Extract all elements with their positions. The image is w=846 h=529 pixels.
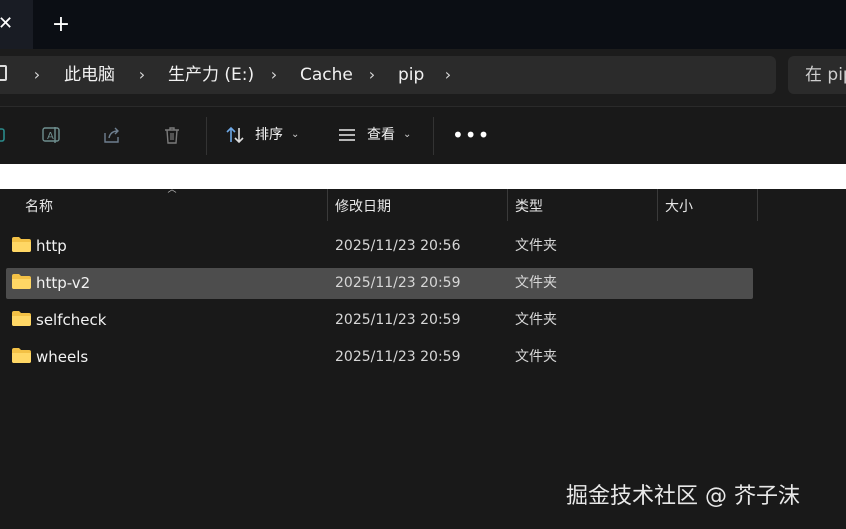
column-header-size[interactable]: 大小 bbox=[665, 197, 693, 217]
folder-icon bbox=[12, 311, 31, 326]
share-icon[interactable] bbox=[99, 122, 125, 148]
file-row-selected[interactable]: http-v2 2025/11/23 20:59 文件夹 bbox=[6, 268, 753, 299]
new-item-icon[interactable] bbox=[0, 122, 12, 148]
folder-icon bbox=[12, 348, 31, 363]
chevron-right-icon[interactable]: › bbox=[366, 64, 378, 86]
file-modified: 2025/11/23 20:59 bbox=[335, 349, 461, 365]
file-row[interactable]: selfcheck 2025/11/23 20:59 文件夹 bbox=[6, 305, 753, 336]
column-resize-handle[interactable] bbox=[757, 189, 758, 221]
column-resize-handle[interactable] bbox=[327, 189, 328, 221]
column-header-modified[interactable]: 修改日期 bbox=[335, 197, 391, 217]
file-name: http-v2 bbox=[36, 274, 91, 292]
command-bar bbox=[0, 106, 846, 165]
tab-strip bbox=[0, 0, 846, 49]
breadcrumb-item-pip[interactable]: pip bbox=[398, 64, 424, 86]
file-type: 文件夹 bbox=[515, 312, 557, 328]
rename-icon[interactable]: A bbox=[39, 122, 65, 148]
computer-icon[interactable] bbox=[0, 65, 7, 81]
column-resize-handle[interactable] bbox=[507, 189, 508, 221]
delete-icon[interactable] bbox=[159, 122, 185, 148]
chevron-right-icon[interactable]: › bbox=[31, 64, 43, 86]
breadcrumb-item-cache[interactable]: Cache bbox=[300, 64, 353, 86]
file-row[interactable]: wheels 2025/11/23 20:59 文件夹 bbox=[6, 342, 753, 373]
toolbar-divider bbox=[206, 117, 207, 155]
file-name: wheels bbox=[36, 348, 89, 366]
file-row[interactable]: http 2025/11/23 20:56 文件夹 bbox=[6, 231, 753, 262]
sort-ascending-icon: ︿ bbox=[167, 185, 177, 195]
sort-button[interactable]: 排序 bbox=[255, 124, 283, 146]
file-modified: 2025/11/23 20:59 bbox=[335, 312, 461, 328]
address-bar[interactable] bbox=[0, 56, 776, 94]
chevron-right-icon[interactable]: › bbox=[136, 64, 148, 86]
close-tab-icon[interactable]: ✕ bbox=[0, 13, 18, 35]
column-header-type[interactable]: 类型 bbox=[515, 197, 543, 217]
view-button[interactable]: 查看 bbox=[367, 124, 395, 146]
file-modified: 2025/11/23 20:59 bbox=[335, 275, 461, 291]
view-icon[interactable] bbox=[334, 122, 360, 148]
column-header-name[interactable]: 名称 bbox=[25, 197, 53, 217]
chevron-right-icon[interactable]: › bbox=[268, 64, 280, 86]
search-input[interactable]: 在 pip bbox=[805, 64, 846, 86]
toolbar-divider bbox=[433, 117, 434, 155]
folder-icon bbox=[12, 237, 31, 252]
sort-icon[interactable] bbox=[222, 122, 248, 148]
chevron-right-icon[interactable]: › bbox=[442, 64, 454, 86]
file-type: 文件夹 bbox=[515, 349, 557, 365]
breadcrumb-item-this-pc[interactable]: 此电脑 bbox=[64, 64, 115, 86]
watermark: 掘金技术社区 @ 芥子沫 bbox=[566, 484, 800, 509]
file-type: 文件夹 bbox=[515, 275, 557, 291]
file-modified: 2025/11/23 20:56 bbox=[335, 238, 461, 254]
new-tab-button[interactable]: + bbox=[50, 14, 72, 36]
file-name: http bbox=[36, 237, 67, 255]
details-strip bbox=[0, 164, 846, 189]
file-type: 文件夹 bbox=[515, 238, 557, 254]
folder-icon bbox=[12, 274, 31, 289]
breadcrumb-item-drive-e[interactable]: 生产力 (E:) bbox=[168, 64, 254, 86]
view-chevron-down-icon[interactable]: ⌄ bbox=[403, 124, 411, 146]
column-resize-handle[interactable] bbox=[657, 189, 658, 221]
sort-chevron-down-icon[interactable]: ⌄ bbox=[291, 124, 299, 146]
file-name: selfcheck bbox=[36, 311, 107, 329]
more-options-icon[interactable]: ••• bbox=[452, 122, 489, 148]
svg-text:A: A bbox=[47, 131, 54, 142]
